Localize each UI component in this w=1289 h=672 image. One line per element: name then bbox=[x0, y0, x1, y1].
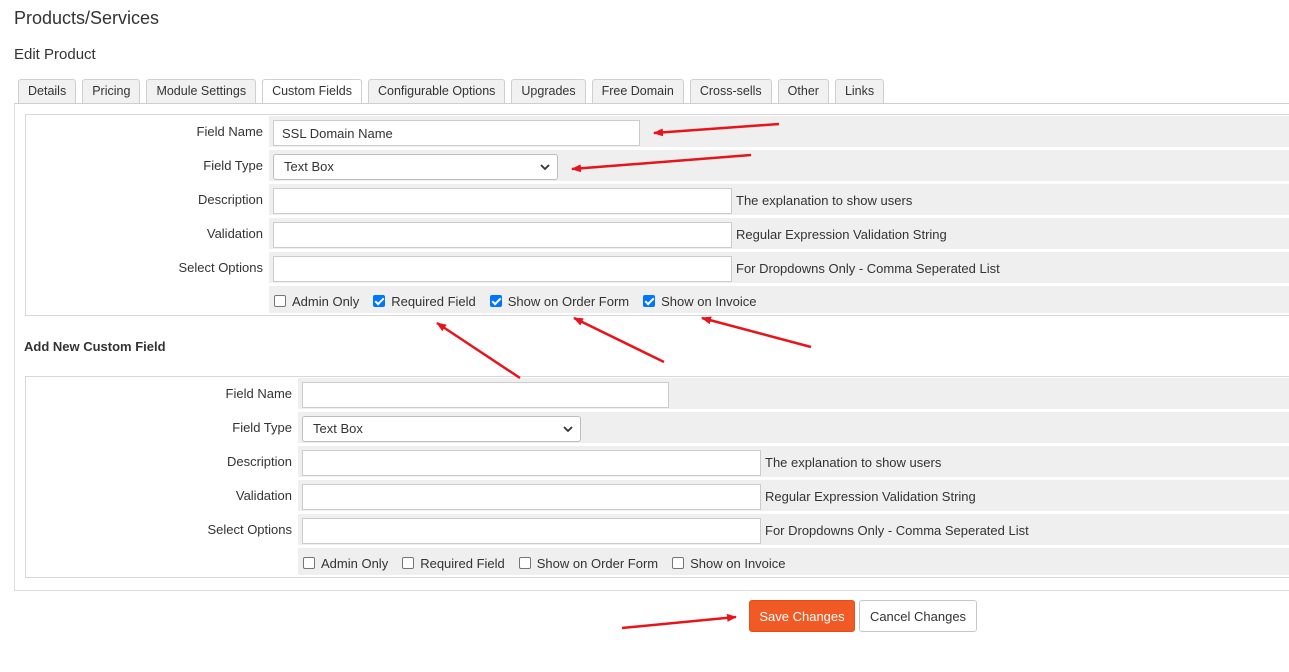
new-select-options-input[interactable] bbox=[302, 518, 761, 544]
new-field-box: Field Name Field Type Text Box Descripti… bbox=[25, 376, 1289, 578]
validation-hint: Regular Expression Validation String bbox=[736, 227, 947, 242]
new-description-label: Description bbox=[226, 454, 292, 469]
add-new-field-heading: Add New Custom Field bbox=[24, 339, 166, 354]
field-type-select[interactable]: Text Box bbox=[273, 154, 558, 180]
new-show-on-order-form-checkbox[interactable]: Show on Order Form bbox=[518, 556, 658, 571]
new-select-options-label: Select Options bbox=[207, 522, 292, 537]
tab-details[interactable]: Details bbox=[18, 79, 77, 103]
tab-free-domain[interactable]: Free Domain bbox=[591, 79, 684, 103]
new-field-type-row: Field Type Text Box bbox=[26, 411, 1289, 445]
validation-label: Validation bbox=[206, 226, 263, 241]
new-field-type-value: Text Box bbox=[313, 421, 363, 436]
existing-description-row: Description The explanation to show user… bbox=[26, 183, 1289, 217]
select-options-input[interactable] bbox=[273, 256, 732, 282]
new-select-options-row: Select Options For Dropdowns Only - Comm… bbox=[26, 513, 1289, 547]
field-type-label: Field Type bbox=[203, 158, 263, 173]
new-validation-hint: Regular Expression Validation String bbox=[765, 489, 976, 504]
new-checkbox-group: Admin Only Required Field Show on Order … bbox=[303, 553, 800, 573]
new-validation-label: Validation bbox=[235, 488, 292, 503]
new-show-on-invoice-checkbox[interactable]: Show on Invoice bbox=[672, 556, 786, 571]
tab-pricing[interactable]: Pricing bbox=[82, 79, 141, 103]
new-required-field-checkbox[interactable]: Required Field bbox=[402, 556, 505, 571]
show-on-invoice-checkbox[interactable]: Show on Invoice bbox=[643, 294, 757, 309]
checkbox-unchecked-icon[interactable] bbox=[274, 295, 286, 307]
new-validation-row: Validation Regular Expression Validation… bbox=[26, 479, 1289, 513]
description-input[interactable] bbox=[273, 188, 732, 214]
checkbox-unchecked-icon[interactable] bbox=[303, 557, 315, 569]
new-description-input[interactable] bbox=[302, 450, 761, 476]
new-options-row: Admin Only Required Field Show on Order … bbox=[26, 547, 1289, 577]
select-options-label: Select Options bbox=[178, 260, 263, 275]
tab-cross-sells[interactable]: Cross-sells bbox=[689, 79, 772, 103]
chevron-down-icon bbox=[540, 164, 550, 171]
page-title: Products/Services bbox=[14, 8, 160, 28]
new-description-row: Description The explanation to show user… bbox=[26, 445, 1289, 479]
tab-bar: Details Pricing Module Settings Custom F… bbox=[18, 79, 890, 104]
checkbox-checked-icon[interactable] bbox=[643, 295, 656, 307]
checkbox-unchecked-icon[interactable] bbox=[518, 557, 531, 569]
save-changes-button[interactable]: Save Changes bbox=[749, 600, 855, 632]
existing-field-name-row: Field Name bbox=[26, 115, 1289, 149]
checkbox-checked-icon[interactable] bbox=[373, 295, 386, 307]
existing-checkbox-group: Admin Only Required Field Show on Order … bbox=[274, 291, 771, 311]
tab-module-settings[interactable]: Module Settings bbox=[146, 79, 257, 103]
tab-upgrades[interactable]: Upgrades bbox=[511, 79, 586, 103]
page-subtitle: Edit Product bbox=[14, 46, 96, 63]
field-type-value: Text Box bbox=[284, 159, 334, 174]
field-name-label: Field Name bbox=[196, 124, 263, 139]
description-hint: The explanation to show users bbox=[736, 193, 913, 208]
new-validation-input[interactable] bbox=[302, 484, 761, 510]
tab-links[interactable]: Links bbox=[834, 79, 885, 103]
new-field-type-select[interactable]: Text Box bbox=[302, 416, 581, 442]
new-admin-only-checkbox[interactable]: Admin Only bbox=[303, 556, 388, 571]
checkbox-unchecked-icon[interactable] bbox=[402, 557, 415, 569]
required-field-checkbox[interactable]: Required Field bbox=[373, 294, 476, 309]
cancel-changes-button[interactable]: Cancel Changes bbox=[859, 600, 977, 632]
checkbox-checked-icon[interactable] bbox=[489, 295, 502, 307]
new-select-options-hint: For Dropdowns Only - Comma Seperated Lis… bbox=[765, 523, 1029, 538]
admin-only-checkbox[interactable]: Admin Only bbox=[274, 294, 359, 309]
new-field-name-label: Field Name bbox=[225, 386, 292, 401]
field-name-input[interactable] bbox=[273, 120, 640, 146]
chevron-down-icon bbox=[563, 426, 573, 433]
new-description-hint: The explanation to show users bbox=[765, 455, 942, 470]
red-arrow-icon bbox=[621, 613, 737, 630]
existing-options-row: Admin Only Required Field Show on Order … bbox=[26, 285, 1289, 315]
tab-configurable-options[interactable]: Configurable Options bbox=[367, 79, 506, 103]
validation-input[interactable] bbox=[273, 222, 732, 248]
existing-select-options-row: Select Options For Dropdowns Only - Comm… bbox=[26, 251, 1289, 285]
select-options-hint: For Dropdowns Only - Comma Seperated Lis… bbox=[736, 261, 1000, 276]
tab-other[interactable]: Other bbox=[777, 79, 829, 103]
show-on-order-form-checkbox[interactable]: Show on Order Form bbox=[489, 294, 629, 309]
new-field-name-row: Field Name bbox=[26, 377, 1289, 411]
tab-custom-fields[interactable]: Custom Fields bbox=[262, 79, 362, 104]
checkbox-unchecked-icon[interactable] bbox=[672, 557, 685, 569]
new-field-name-input[interactable] bbox=[302, 382, 669, 408]
existing-field-box: Field Name Field Type Text Box Descripti… bbox=[25, 114, 1289, 316]
existing-field-type-row: Field Type Text Box bbox=[26, 149, 1289, 183]
existing-validation-row: Validation Regular Expression Validation… bbox=[26, 217, 1289, 251]
new-field-type-label: Field Type bbox=[232, 420, 292, 435]
description-label: Description bbox=[197, 192, 263, 207]
